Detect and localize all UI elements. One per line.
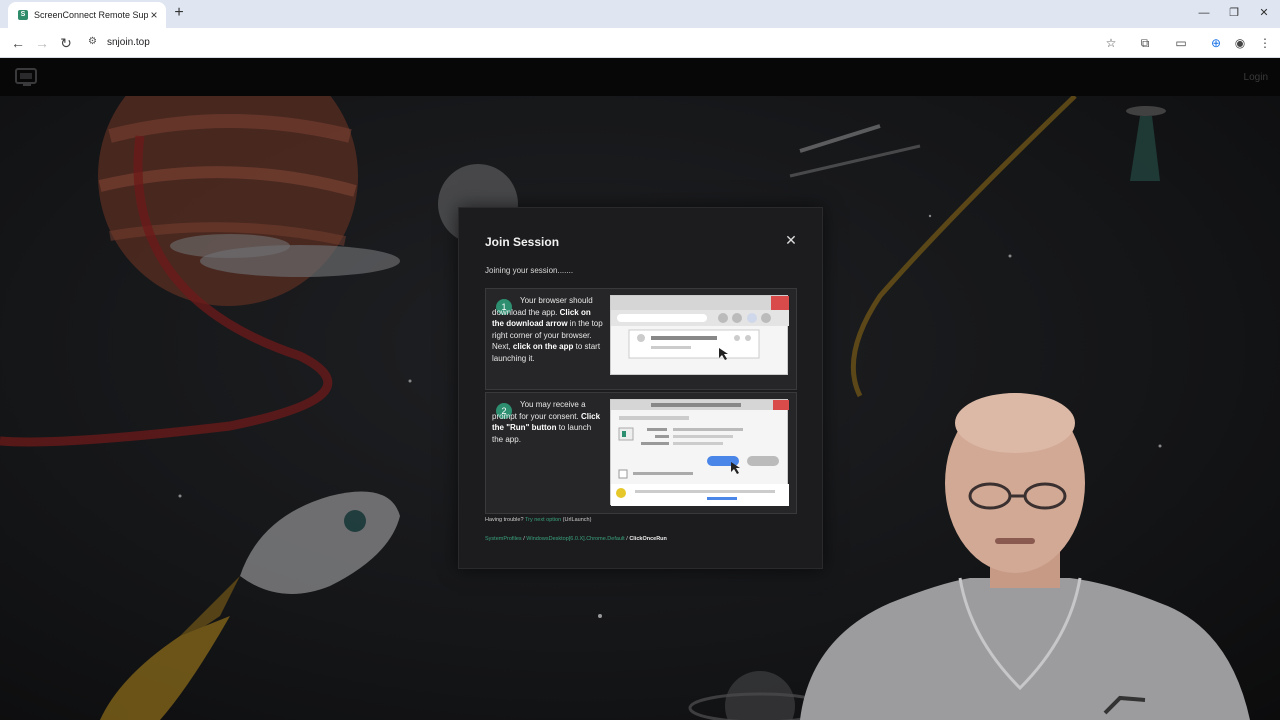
- webcam-overlay: [770, 388, 1280, 720]
- download-icon[interactable]: ⊕: [1207, 34, 1225, 52]
- site-info-icon[interactable]: ⚙: [88, 36, 97, 47]
- crumb-clickoncerun: ClickOnceRun: [629, 536, 667, 542]
- back-arrow-icon[interactable]: ←: [9, 34, 27, 52]
- window-close-icon[interactable]: ✕: [1256, 5, 1272, 21]
- address-bar[interactable]: ⚙ snjoin.top: [86, 32, 1126, 54]
- restore-icon[interactable]: ❐: [1226, 5, 1242, 21]
- browser-tabstrip: S ScreenConnect Remote Suppor × + — ❐ ✕: [0, 0, 1280, 28]
- tab-title: ScreenConnect Remote Suppor: [34, 10, 148, 20]
- kebab-menu-icon[interactable]: ⋮: [1256, 34, 1274, 52]
- join-session-dialog: Join Session ✕ Joining your session.....…: [458, 207, 823, 569]
- screenconnect-favicon-icon: S: [18, 10, 28, 20]
- site-header: Login: [0, 58, 1280, 96]
- presenter-video-image: [800, 393, 1250, 720]
- url-text: snjoin.top: [107, 37, 150, 48]
- forward-arrow-icon[interactable]: →: [33, 34, 51, 52]
- try-next-option-link[interactable]: Try next option: [525, 517, 561, 523]
- session-status-text: Joining your session.......: [485, 266, 574, 275]
- having-trouble-text: Having trouble? Try next option (UrlLaun…: [485, 517, 592, 523]
- run-prompt-illustration: [610, 399, 789, 506]
- step-1-text: Your browser should download the app. Cl…: [492, 296, 603, 363]
- launch-breadcrumb: SystemProfiles / WindowsDesktop[6.0.X].C…: [485, 536, 667, 542]
- tab-close-icon[interactable]: ×: [148, 8, 160, 22]
- page-content: Login Join Session ✕ Joining your sessio…: [0, 58, 1280, 720]
- consent-dialog-illustration: [611, 400, 789, 506]
- instruction-step-1: 1 Your browser should download the app. …: [485, 288, 797, 390]
- screenconnect-logo-icon: [15, 68, 37, 86]
- step-2-text: You may receive a prompt for your consen…: [492, 400, 601, 444]
- star-icon[interactable]: ☆: [1102, 34, 1120, 52]
- dialog-title: Join Session: [485, 235, 560, 249]
- profile-icon[interactable]: ◉: [1231, 34, 1249, 52]
- reload-icon[interactable]: ↻: [57, 34, 75, 52]
- download-illustration: [610, 295, 789, 375]
- new-tab-button[interactable]: +: [172, 5, 186, 21]
- puzzle-icon[interactable]: ⧉: [1136, 34, 1154, 52]
- media-cast-icon[interactable]: ▭: [1172, 34, 1190, 52]
- browser-toolbar: ← → ↻ ⚙ snjoin.top ☆ ⧉ ▭ ⊕ ◉ ⋮: [0, 28, 1280, 58]
- minimize-icon[interactable]: —: [1196, 5, 1212, 21]
- browser-tab[interactable]: S ScreenConnect Remote Suppor ×: [8, 2, 166, 28]
- crumb-system-profiles[interactable]: SystemProfiles: [485, 536, 522, 542]
- crumb-windows-desktop[interactable]: WindowsDesktop[6.0.X].Chrome.Default: [526, 536, 624, 542]
- dialog-close-icon[interactable]: ✕: [784, 232, 798, 248]
- instruction-step-2: 2 You may receive a prompt for your cons…: [485, 392, 797, 514]
- login-link[interactable]: Login: [1244, 72, 1268, 83]
- browser-download-illustration: [611, 296, 789, 360]
